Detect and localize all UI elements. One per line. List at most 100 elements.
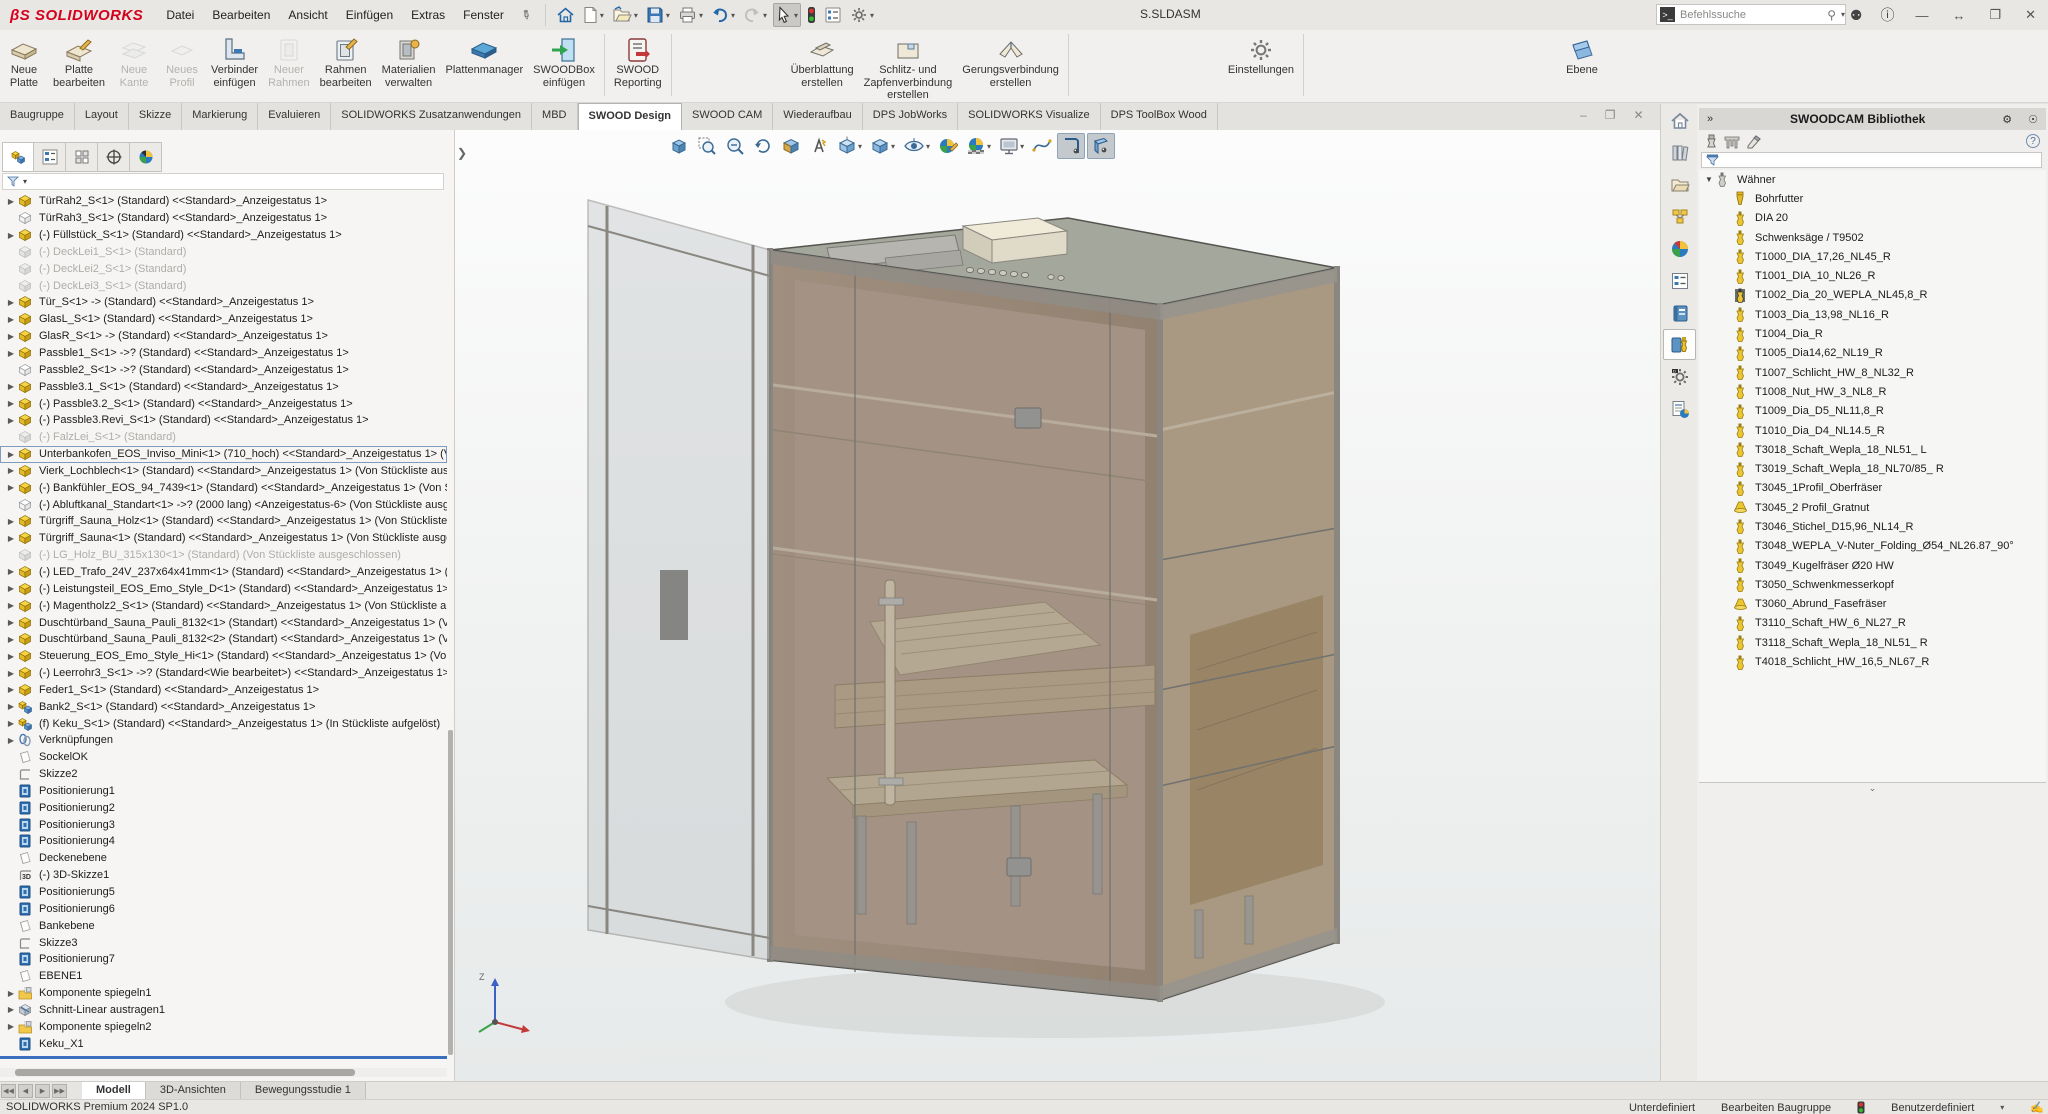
hide-show-items-button[interactable]: ▾	[900, 134, 933, 158]
tab-dps-jobworks[interactable]: DPS JobWorks	[863, 103, 958, 130]
expand-arrow-icon[interactable]: ▶	[4, 349, 18, 358]
library-filter-input[interactable]	[1701, 152, 2042, 168]
expand-arrow-icon[interactable]: ▶	[4, 382, 18, 391]
tab-scroll-button[interactable]: ◀	[18, 1084, 33, 1098]
library-item[interactable]: T1008_Nut_HW_3_NL8_R	[1699, 382, 2046, 401]
tree-item[interactable]: ▶Duschtürband_Sauna_Pauli_8132<1> (Stand…	[0, 614, 447, 631]
tenon-joint-button[interactable]: Schlitz- und Zapfenverbindung erstellen	[860, 34, 957, 104]
save-icon[interactable]: ▾	[644, 4, 672, 26]
library-item[interactable]: T3018_Schaft_Wepla_18_NL51_ L	[1699, 440, 2046, 459]
tab-wiederaufbau[interactable]: Wiederaufbau	[773, 103, 863, 130]
panel-manager-button[interactable]: Plattenmanager	[441, 34, 527, 79]
tree-item[interactable]: ▶GlasR_S<1> -> (Standard) <<Standard>_An…	[0, 328, 447, 345]
tree-item[interactable]: ▶(-) Magentholz2_S<1> (Standard) <<Stand…	[0, 597, 447, 614]
dimxpertmanager-tab[interactable]	[98, 142, 130, 172]
expand-arrow-icon[interactable]: ▶	[4, 399, 18, 408]
expand-arrow-icon[interactable]: ▶	[4, 989, 18, 998]
tree-item[interactable]: (-) Abluftkanal_Standart<1> ->? (2000 la…	[0, 496, 447, 513]
tab-dps-toolbox-wood[interactable]: DPS ToolBox Wood	[1101, 103, 1218, 130]
tree-item[interactable]: ▶(-) Passble3.Revi_S<1> (Standard) <<Sta…	[0, 412, 447, 429]
tab-evaluieren[interactable]: Evaluieren	[258, 103, 331, 130]
redo-icon[interactable]: ▾	[741, 4, 769, 26]
dropdown-caret-icon[interactable]: ▾	[794, 11, 798, 20]
previous-view-button[interactable]	[750, 134, 776, 158]
library-bottom-splitter[interactable]: ⌄	[1699, 782, 2046, 794]
tree-item[interactable]: Positionierung3	[0, 816, 447, 833]
select-tool-icon[interactable]: ▾	[773, 3, 801, 27]
dropdown-caret-icon[interactable]: ▾	[1020, 142, 1024, 151]
display-style-button[interactable]: ▾	[867, 134, 898, 158]
dropdown-caret-icon[interactable]: ▾	[926, 142, 930, 151]
expand-arrow-icon[interactable]: ▶	[4, 601, 18, 610]
settings-gear-button[interactable]: Einstellungen	[1224, 34, 1298, 79]
expand-arrow-icon[interactable]: ▶	[4, 416, 18, 425]
expand-arrow-icon[interactable]: ▶	[4, 1005, 18, 1014]
library-item[interactable]: T3045_1Profil_Oberfräser	[1699, 479, 2046, 498]
library-item[interactable]: T1003_Dia_13,98_NL16_R	[1699, 305, 2046, 324]
undo-icon[interactable]: ▾	[709, 4, 737, 26]
tree-item[interactable]: (-) DeckLei3_S<1> (Standard)	[0, 277, 447, 294]
lap-joint-button[interactable]: Überblattung erstellen	[787, 34, 858, 91]
tree-vertical-scrollbar[interactable]	[448, 730, 453, 1055]
dropdown-caret-icon[interactable]: ▾	[891, 142, 895, 151]
expand-arrow-icon[interactable]: ▶	[4, 685, 18, 694]
tree-item[interactable]: (-) LG_Holz_BU_315x130<1> (Standard) (Vo…	[0, 547, 447, 564]
dropdown-caret-icon[interactable]: ▾	[731, 11, 735, 20]
tree-item[interactable]: ▶(-) Passble3.2_S<1> (Standard) <<Standa…	[0, 395, 447, 412]
tree-item[interactable]: Positionierung1	[0, 783, 447, 800]
zoom-fit-button[interactable]	[666, 134, 692, 158]
apply-scene-button[interactable]: ▾	[963, 134, 994, 158]
swood-reporting-button[interactable]: SWOOD Reporting	[610, 34, 666, 91]
tree-item[interactable]: ▶(-) Füllstück_S<1> (Standard) <<Standar…	[0, 227, 447, 244]
taskpane-design-library-button[interactable]	[1663, 137, 1696, 168]
tree-item[interactable]: (-) FalzLei_S<1> (Standard)	[0, 429, 447, 446]
doc-restore-icon[interactable]: ❐	[1605, 108, 1616, 122]
dropdown-caret-icon[interactable]: ▾	[763, 11, 767, 20]
menu-bearbeiten[interactable]: Bearbeiten	[203, 2, 279, 28]
tree-item[interactable]: SockelOK	[0, 749, 447, 766]
menu-extras[interactable]: Extras	[402, 2, 454, 28]
collapse-panel-icon[interactable]: »	[1699, 113, 1721, 125]
tab-solidworks-visualize[interactable]: SOLIDWORKS Visualize	[958, 103, 1100, 130]
taskpane-home-button[interactable]	[1663, 105, 1696, 136]
units-caret-icon[interactable]: ▾	[2000, 1103, 2004, 1112]
swoodbox-insert-button[interactable]: SWOODBox einfügen	[529, 34, 599, 91]
library-item[interactable]: T3049_Kugelfräser Ø20 HW	[1699, 556, 2046, 575]
expand-arrow-icon[interactable]: ▶	[4, 618, 18, 627]
tab-layout[interactable]: Layout	[75, 103, 129, 130]
expand-arrow-icon[interactable]: ▶	[4, 231, 18, 240]
cascade-button[interactable]: ❐	[1989, 7, 2001, 23]
tree-item[interactable]: Positionierung2	[0, 799, 447, 816]
dropdown-caret-icon[interactable]: ▾	[987, 142, 991, 151]
menu-fenster[interactable]: Fenster	[454, 2, 513, 28]
tree-item[interactable]: Positionierung5	[0, 884, 447, 901]
plate-new-button[interactable]: Neue Platte	[1, 34, 47, 91]
open-document-icon[interactable]: ▾	[610, 4, 640, 26]
tab-swood-design[interactable]: SWOOD Design	[578, 103, 683, 130]
pan-hand-icon[interactable]: ✍	[2030, 1101, 2044, 1114]
tree-item[interactable]: EBENE1	[0, 968, 447, 985]
spline-tool-button[interactable]	[1029, 134, 1055, 158]
expand-arrow-icon[interactable]: ▶	[4, 483, 18, 492]
plate-edit-button[interactable]: Platte bearbeiten	[49, 34, 109, 91]
edit-tools-icon[interactable]	[1746, 134, 1762, 149]
tab-swood-cam[interactable]: SWOOD CAM	[682, 103, 773, 130]
tree-horizontal-scrollbar[interactable]	[0, 1068, 447, 1077]
tree-item[interactable]: ▶(-) Leerrohr3_S<1> ->? (Standard<Wie be…	[0, 665, 447, 682]
tree-item[interactable]: ▶(-) Leistungsteil_EOS_Emo_Style_D<1> (S…	[0, 580, 447, 597]
tool-library-icon[interactable]	[1705, 134, 1718, 149]
library-item[interactable]: T1005_Dia14,62_NL19_R	[1699, 344, 2046, 363]
tree-item[interactable]: ▶GlasL_S<1> (Standard) <<Standard>_Anzei…	[0, 311, 447, 328]
library-item[interactable]: Bohrfutter	[1699, 189, 2046, 208]
propertymanager-tab[interactable]	[34, 142, 66, 172]
view-settings-button[interactable]: ▾	[996, 134, 1027, 158]
doctab-3d-ansichten[interactable]: 3D-Ansichten	[146, 1082, 241, 1099]
traffic-light-icon[interactable]	[805, 4, 818, 26]
expand-arrow-icon[interactable]: ▶	[4, 669, 18, 678]
user-account-icon[interactable]: ⚉	[1850, 7, 1863, 24]
library-item[interactable]: T1010_Dia_D4_NL14.5_R	[1699, 421, 2046, 440]
tab-scroll-button[interactable]: ◀◀	[1, 1084, 16, 1098]
tree-item[interactable]: ▶Verknüpfungen	[0, 732, 447, 749]
tab-scroll-button[interactable]: ▶▶	[52, 1084, 67, 1098]
library-item[interactable]: T1004_Dia_R	[1699, 324, 2046, 343]
